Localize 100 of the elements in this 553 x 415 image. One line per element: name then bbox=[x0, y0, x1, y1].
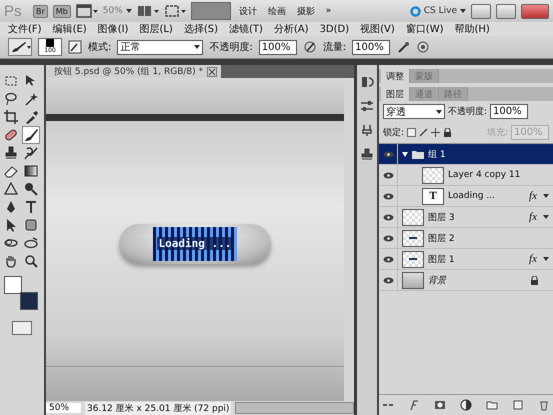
document-info: 36.12 厘米 x 25.01 厘米 (72 ppi) bbox=[85, 402, 232, 414]
eye-icon[interactable] bbox=[382, 214, 394, 220]
dodge-icon[interactable] bbox=[23, 181, 39, 197]
view-extras-icon[interactable] bbox=[76, 4, 98, 18]
foreground-color-swatch[interactable] bbox=[4, 276, 22, 294]
caret-icon bbox=[436, 110, 442, 114]
eye-icon[interactable] bbox=[382, 150, 394, 158]
blend-mode-dropdown[interactable]: 穿透 bbox=[383, 104, 445, 119]
menu-item[interactable]: 3D(D) bbox=[320, 24, 350, 34]
crop-icon[interactable] bbox=[3, 109, 19, 125]
workspace-button[interactable]: 摄影 bbox=[294, 2, 318, 20]
caret-icon[interactable] bbox=[543, 257, 549, 261]
fill-label: 填充: bbox=[486, 126, 508, 139]
panel-tab[interactable]: 调整 bbox=[381, 69, 410, 83]
eye-icon[interactable] bbox=[382, 256, 394, 262]
eye-icon[interactable] bbox=[382, 234, 394, 242]
opacity-field[interactable]: 100% bbox=[490, 104, 528, 119]
sliders-icon[interactable] bbox=[360, 99, 374, 113]
expand-caret-icon[interactable] bbox=[402, 152, 408, 156]
caret-icon[interactable] bbox=[543, 194, 549, 198]
screen-mode-icon[interactable] bbox=[164, 4, 186, 18]
orbit-3d-icon[interactable] bbox=[23, 235, 39, 251]
move-icon[interactable] bbox=[431, 128, 440, 137]
workspace-button[interactable]: 绘画 bbox=[264, 2, 289, 20]
vertical-scrollbar[interactable] bbox=[344, 78, 354, 401]
brush-panel-icon[interactable] bbox=[68, 40, 82, 54]
arrange-documents-icon[interactable] bbox=[136, 4, 159, 18]
layer-thumbnail bbox=[402, 250, 424, 268]
mini-bridge-button[interactable]: Mb bbox=[52, 4, 71, 18]
quick-mask-button[interactable] bbox=[12, 321, 32, 335]
lasso-icon[interactable] bbox=[3, 91, 19, 107]
layer-thumbnail bbox=[402, 230, 424, 246]
minimize-button[interactable] bbox=[471, 4, 491, 18]
zoom-icon[interactable] bbox=[23, 253, 39, 269]
brush-icon[interactable] bbox=[419, 128, 428, 137]
mode-label: 模式: bbox=[88, 40, 112, 54]
layer-row[interactable]: 图层 1 fx bbox=[379, 249, 553, 270]
tablet-pressure-icon[interactable] bbox=[416, 40, 430, 54]
menu-item[interactable]: 滤镜(T) bbox=[228, 22, 263, 36]
close-button[interactable] bbox=[521, 4, 549, 18]
eye-icon[interactable] bbox=[382, 276, 394, 284]
layer-row[interactable]: 图层 2 bbox=[379, 228, 553, 249]
opacity-label: 不透明度: bbox=[448, 106, 488, 118]
panel-tab[interactable]: 图层 bbox=[381, 87, 410, 101]
magic-wand-icon[interactable] bbox=[23, 91, 39, 107]
new-layer-icon[interactable] bbox=[511, 398, 525, 412]
cs-live-button[interactable]: CS Live bbox=[410, 6, 466, 16]
caret-icon bbox=[126, 9, 132, 13]
tool-presets-icon[interactable] bbox=[360, 123, 374, 137]
menu-item[interactable]: 图层(L) bbox=[139, 22, 173, 36]
menu-item[interactable]: 编辑(E) bbox=[52, 22, 87, 36]
gradient-icon[interactable] bbox=[23, 163, 39, 179]
mode-dropdown[interactable]: 正常 bbox=[117, 40, 204, 54]
mask-icon[interactable] bbox=[433, 398, 447, 412]
layer-row[interactable]: 图层 3 fx bbox=[379, 207, 553, 228]
eye-icon[interactable] bbox=[382, 172, 394, 178]
more-workspaces-button[interactable]: » bbox=[322, 4, 334, 18]
layer-row[interactable]: 组 1 bbox=[379, 144, 553, 165]
document-tab[interactable]: 按钮 5.psd @ 50% (组 1, RGB/8) * bbox=[46, 65, 222, 78]
eye-icon[interactable] bbox=[382, 192, 394, 200]
layer-row[interactable]: T Loading ... fx bbox=[379, 186, 553, 207]
folder-icon bbox=[412, 150, 424, 158]
flow-field[interactable]: 100% bbox=[352, 40, 390, 54]
loading-text: Loading ... bbox=[156, 237, 234, 250]
caret-icon bbox=[194, 45, 200, 49]
opacity-field[interactable]: 100% bbox=[258, 40, 297, 54]
history-icon[interactable] bbox=[360, 75, 374, 89]
menu-item[interactable]: 视图(V) bbox=[360, 22, 395, 36]
lock-icon[interactable] bbox=[443, 128, 452, 137]
background-color-swatch[interactable] bbox=[20, 292, 38, 310]
bridge-button[interactable]: Br bbox=[33, 4, 48, 18]
lock-label: 锁定: bbox=[383, 126, 404, 139]
rectangle-icon[interactable] bbox=[23, 217, 39, 233]
close-icon[interactable] bbox=[207, 66, 218, 76]
menu-item[interactable]: 选择(S) bbox=[184, 22, 218, 36]
menu-item[interactable]: 文件(F) bbox=[8, 22, 42, 36]
maximize-button[interactable] bbox=[496, 4, 516, 18]
type-icon[interactable] bbox=[23, 199, 39, 215]
clone-source-icon[interactable] bbox=[360, 147, 374, 161]
menu-item[interactable]: 帮助(H) bbox=[454, 22, 490, 36]
layer-thumbnail bbox=[422, 166, 444, 184]
app-logo: Ps bbox=[4, 2, 23, 20]
layer-row[interactable]: Layer 4 copy 11 bbox=[379, 165, 553, 186]
brush-icon[interactable] bbox=[23, 127, 39, 143]
zoom-field[interactable]: 50% bbox=[46, 403, 81, 413]
layer-row[interactable]: 背景 bbox=[379, 270, 553, 291]
layer-thumbnail bbox=[402, 272, 424, 288]
horizontal-scrollbar[interactable] bbox=[235, 402, 354, 414]
stamp-icon[interactable] bbox=[3, 145, 19, 161]
menu-item[interactable]: 分析(A) bbox=[274, 22, 309, 36]
menu-item[interactable]: 图像(I) bbox=[98, 22, 128, 36]
caret-icon[interactable] bbox=[543, 215, 549, 219]
menu-item[interactable]: 窗口(W) bbox=[406, 22, 444, 36]
workspace-button[interactable]: 设计 bbox=[236, 2, 260, 20]
layer-thumbnail bbox=[402, 208, 424, 226]
tool-preset-picker[interactable] bbox=[8, 38, 32, 56]
triangle-icon[interactable] bbox=[3, 181, 19, 197]
history-brush-icon[interactable] bbox=[23, 145, 39, 161]
lock-transparency-icon[interactable] bbox=[407, 128, 416, 137]
adjustment-icon[interactable] bbox=[459, 398, 473, 412]
